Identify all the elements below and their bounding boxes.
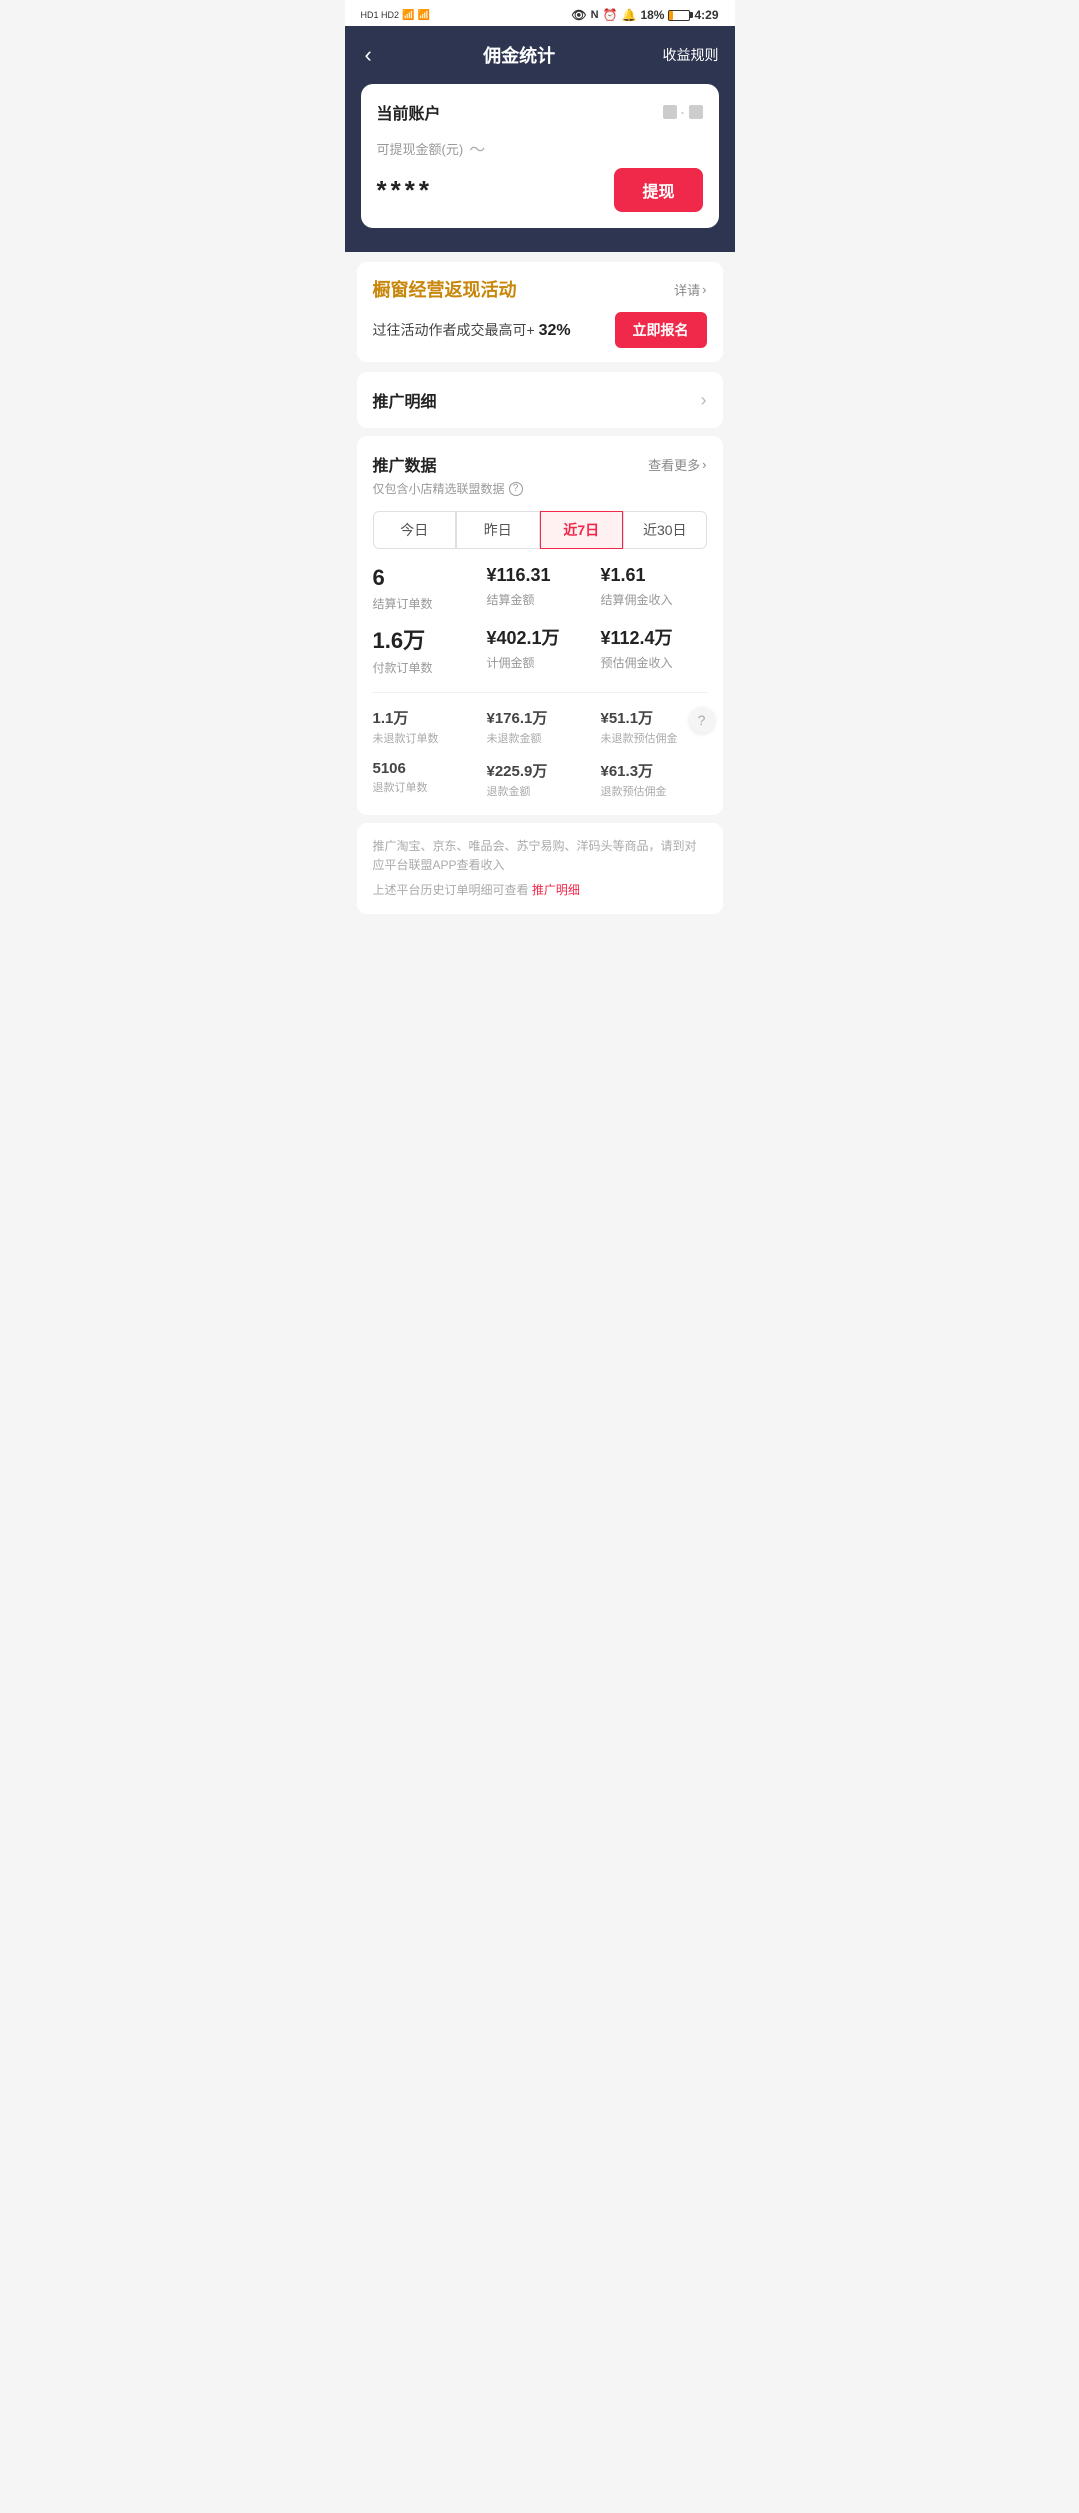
promotion-detail-title: 推广明细 xyxy=(373,388,437,412)
bottom-note: 推广淘宝、京东、唯品会、苏宁易购、洋码头等商品，请到对应平台联盟APP查看收入 … xyxy=(357,823,723,915)
account-card: 当前账户 · 可提现金额(元) 〜 **** 提现 xyxy=(345,84,735,252)
chevron-right-icon: › xyxy=(702,282,706,297)
stat-value-paid-orders: 1.6万 xyxy=(373,628,479,654)
lbl-refund-commission: 退款预估佣金 xyxy=(601,783,707,799)
bell-icon: 🔔 xyxy=(621,8,636,22)
stat-refund-orders: 5106 退款订单数 xyxy=(373,760,479,799)
page-title: 佣金统计 xyxy=(483,42,555,68)
chevron-right-icon: › xyxy=(702,457,706,472)
primary-stats-grid: 6 结算订单数 ¥116.31 结算金额 ¥1.61 结算佣金收入 1.6万 付… xyxy=(373,565,707,676)
lbl-no-refund-orders: 未退款订单数 xyxy=(373,730,479,746)
stat-value-commission-amount: ¥402.1万 xyxy=(487,628,593,650)
tab-yesterday[interactable]: 昨日 xyxy=(456,511,540,549)
lbl-refund-orders: 退款订单数 xyxy=(373,779,479,795)
promo-bottom: 过往活动作者成交最高可+ 32% 立即报名 xyxy=(373,312,707,348)
stat-refund-amount: ¥225.9万 退款金额 xyxy=(487,760,593,799)
promo-top: 橱窗经营返现活动 详请 › xyxy=(373,276,707,302)
promotion-detail-row[interactable]: 推广明细 › xyxy=(357,372,723,428)
status-bar: HD1 HD2 📶 📶 👁 N ⏰ 🔔 18% 4:29 xyxy=(345,0,735,26)
promo-desc: 过往活动作者成交最高可+ 32% xyxy=(373,320,571,340)
promo-detail-link[interactable]: 详请 › xyxy=(674,280,706,299)
lbl-no-refund-commission: 未退款预估佣金 xyxy=(601,730,707,746)
header: ‹ 佣金统计 收益规则 xyxy=(345,26,735,84)
account-header: 当前账户 · xyxy=(377,100,703,124)
account-icon: · xyxy=(663,102,703,123)
secondary-grid-2: 5106 退款订单数 ¥225.9万 退款金额 ¥61.3万 退款预估佣金 xyxy=(373,760,707,799)
lbl-no-refund-amount: 未退款金额 xyxy=(487,730,593,746)
stat-value-settled-orders: 6 xyxy=(373,565,479,591)
stat-label-estimated-commission: 预估佣金收入 xyxy=(601,654,707,671)
eye-status: 👁 xyxy=(571,8,586,22)
stats-tabs: 今日 昨日 近7日 近30日 xyxy=(373,511,707,549)
status-right: 👁 N ⏰ 🔔 18% 4:29 xyxy=(571,8,718,22)
time-display: 4:29 xyxy=(694,8,718,22)
signup-button[interactable]: 立即报名 xyxy=(615,312,707,348)
val-refund-commission: ¥61.3万 xyxy=(601,760,707,781)
amount-label: 可提现金额(元) 〜 xyxy=(377,136,703,160)
tab-7days[interactable]: 近7日 xyxy=(540,511,624,549)
stat-paid-orders: 1.6万 付款订单数 xyxy=(373,628,479,675)
stat-label-commission-amount: 计佣金额 xyxy=(487,654,593,671)
val-no-refund-amount: ¥176.1万 xyxy=(487,707,593,728)
withdraw-button[interactable]: 提现 xyxy=(614,168,702,212)
stats-more-link[interactable]: 查看更多 › xyxy=(648,455,706,474)
alarm-icon: ⏰ xyxy=(603,8,618,22)
stat-value-settled-amount: ¥116.31 xyxy=(487,565,593,587)
promo-banner: 橱窗经营返现活动 详请 › 过往活动作者成交最高可+ 32% 立即报名 xyxy=(357,262,723,362)
val-refund-amount: ¥225.9万 xyxy=(487,760,593,781)
amount-row: **** 提现 xyxy=(377,168,703,212)
n-icon: N xyxy=(591,9,599,21)
val-refund-orders: 5106 xyxy=(373,760,479,777)
tab-today[interactable]: 今日 xyxy=(373,511,457,549)
account-inner: 当前账户 · 可提现金额(元) 〜 **** 提现 xyxy=(361,84,719,228)
stat-refund-commission: ¥61.3万 退款预估佣金 xyxy=(601,760,707,799)
help-icon[interactable]: ? xyxy=(509,482,523,496)
stat-no-refund-orders: 1.1万 未退款订单数 xyxy=(373,707,479,746)
earnings-rules-button[interactable]: 收益规则 xyxy=(662,45,718,65)
battery-icon xyxy=(668,10,690,21)
stat-settled-orders: 6 结算订单数 xyxy=(373,565,479,612)
tab-30days[interactable]: 近30日 xyxy=(623,511,707,549)
status-left: HD1 HD2 📶 📶 xyxy=(361,10,430,21)
secondary-stats: 1.1万 未退款订单数 ¥176.1万 未退款金额 ¥51.1万 未退款预估佣金… xyxy=(373,692,707,799)
stats-subtitle: 仅包含小店精选联盟数据 ? xyxy=(373,480,707,497)
stat-label-settled-commission: 结算佣金收入 xyxy=(601,591,707,608)
back-button[interactable]: ‹ xyxy=(361,38,376,72)
stat-estimated-commission: ¥112.4万 预估佣金收入 xyxy=(601,628,707,675)
bottom-note-link: 上述平台历史订单明细可查看 推广明细 xyxy=(373,881,707,900)
stat-commission-amount: ¥402.1万 计佣金额 xyxy=(487,628,593,675)
chevron-right-icon: › xyxy=(701,390,707,411)
stat-settled-amount: ¥116.31 结算金额 xyxy=(487,565,593,612)
stat-label-settled-amount: 结算金额 xyxy=(487,591,593,608)
stat-value-estimated-commission: ¥112.4万 xyxy=(601,628,707,650)
stat-value-settled-commission: ¥1.61 xyxy=(601,565,707,587)
signal-5g: 📶 xyxy=(417,10,429,21)
battery-percent: 18% xyxy=(640,8,664,22)
stat-settled-commission: ¥1.61 结算佣金收入 xyxy=(601,565,707,612)
status-hd-label: HD1 HD2 xyxy=(361,10,400,21)
question-help-button[interactable]: ? xyxy=(689,707,715,733)
promo-title: 橱窗经营返现活动 xyxy=(373,276,517,302)
secondary-grid-1: 1.1万 未退款订单数 ¥176.1万 未退款金额 ¥51.1万 未退款预估佣金… xyxy=(373,707,707,746)
val-no-refund-orders: 1.1万 xyxy=(373,707,479,728)
stats-section: 推广数据 查看更多 › 仅包含小店精选联盟数据 ? 今日 昨日 近7日 近30日… xyxy=(357,436,723,815)
bottom-note-text: 推广淘宝、京东、唯品会、苏宁易购、洋码头等商品，请到对应平台联盟APP查看收入 xyxy=(373,837,707,875)
stat-label-paid-orders: 付款订单数 xyxy=(373,659,479,676)
icon-sq1 xyxy=(663,105,677,119)
promotion-detail-link[interactable]: 推广明细 xyxy=(532,883,580,897)
icon-sq2 xyxy=(689,105,703,119)
stat-label-settled-orders: 结算订单数 xyxy=(373,595,479,612)
signal-4g: 📶 xyxy=(402,10,414,21)
lbl-refund-amount: 退款金额 xyxy=(487,783,593,799)
hide-eye-icon[interactable]: 〜 xyxy=(469,136,485,160)
stat-no-refund-amount: ¥176.1万 未退款金额 xyxy=(487,707,593,746)
stats-header: 推广数据 查看更多 › xyxy=(373,452,707,476)
dot-sep: · xyxy=(680,102,686,123)
account-amount: **** xyxy=(377,175,433,206)
stats-title: 推广数据 xyxy=(373,452,437,476)
account-title: 当前账户 xyxy=(377,100,441,124)
